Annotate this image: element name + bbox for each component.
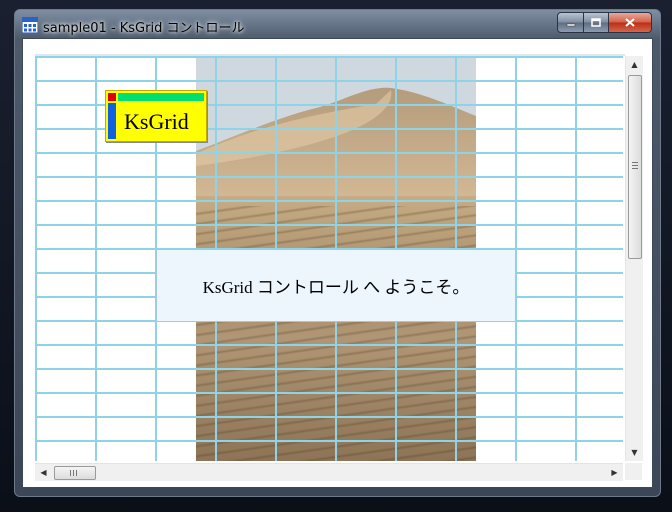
caption-buttons [557,12,652,33]
scroll-left-button[interactable]: ◀ [35,464,52,481]
vertical-scrollbar[interactable]: ▲ ▼ [625,56,643,461]
minimize-icon [566,23,575,26]
scroll-up-button[interactable]: ▲ [626,56,643,73]
welcome-text: KsGrid コントロール へ ようこそ。 [202,278,470,297]
logo-green-bar [118,93,204,101]
window-title: sample01 - KsGrid コントロール [43,21,245,36]
welcome-merged-cell[interactable]: KsGrid コントロール へ ようこそ。 [156,249,516,322]
logo-red-square [108,93,116,101]
minimize-button[interactable] [557,12,584,33]
horizontal-grip-icon [70,470,78,476]
client-area: KsGrid KsGrid コントロール へ ようこそ。 ▲ ▼ ◀ ▶ [22,38,653,488]
vertical-grip-icon [632,162,638,170]
close-icon [625,18,635,27]
scroll-down-icon: ▼ [631,448,638,457]
application-window: sample01 - KsGrid コントロール KsGrid KsGrid コ… [0,0,672,512]
maximize-button[interactable] [584,12,609,33]
scroll-left-icon: ◀ [40,468,47,477]
logo-text: KsGrid [124,109,189,134]
scroll-right-icon: ▶ [611,468,618,477]
scrollbar-corner [625,463,642,480]
grid-app-icon [22,17,38,33]
horizontal-scrollbar[interactable]: ◀ ▶ [35,463,623,481]
scroll-right-button[interactable]: ▶ [606,464,623,481]
scroll-up-icon: ▲ [631,60,638,69]
logo-blue-bar [108,103,116,139]
maximize-icon [591,18,601,27]
title-bar[interactable]: sample01 - KsGrid コントロール [15,10,660,38]
ksgrid-logo: KsGrid [105,90,207,142]
vertical-scroll-thumb[interactable] [628,75,642,259]
window-frame: sample01 - KsGrid コントロール KsGrid KsGrid コ… [14,9,661,497]
ksgrid-control[interactable]: KsGrid KsGrid コントロール へ ようこそ。 [35,56,623,461]
horizontal-scroll-thumb[interactable] [54,466,96,480]
close-button[interactable] [609,12,652,33]
scroll-down-button[interactable]: ▼ [626,444,643,461]
